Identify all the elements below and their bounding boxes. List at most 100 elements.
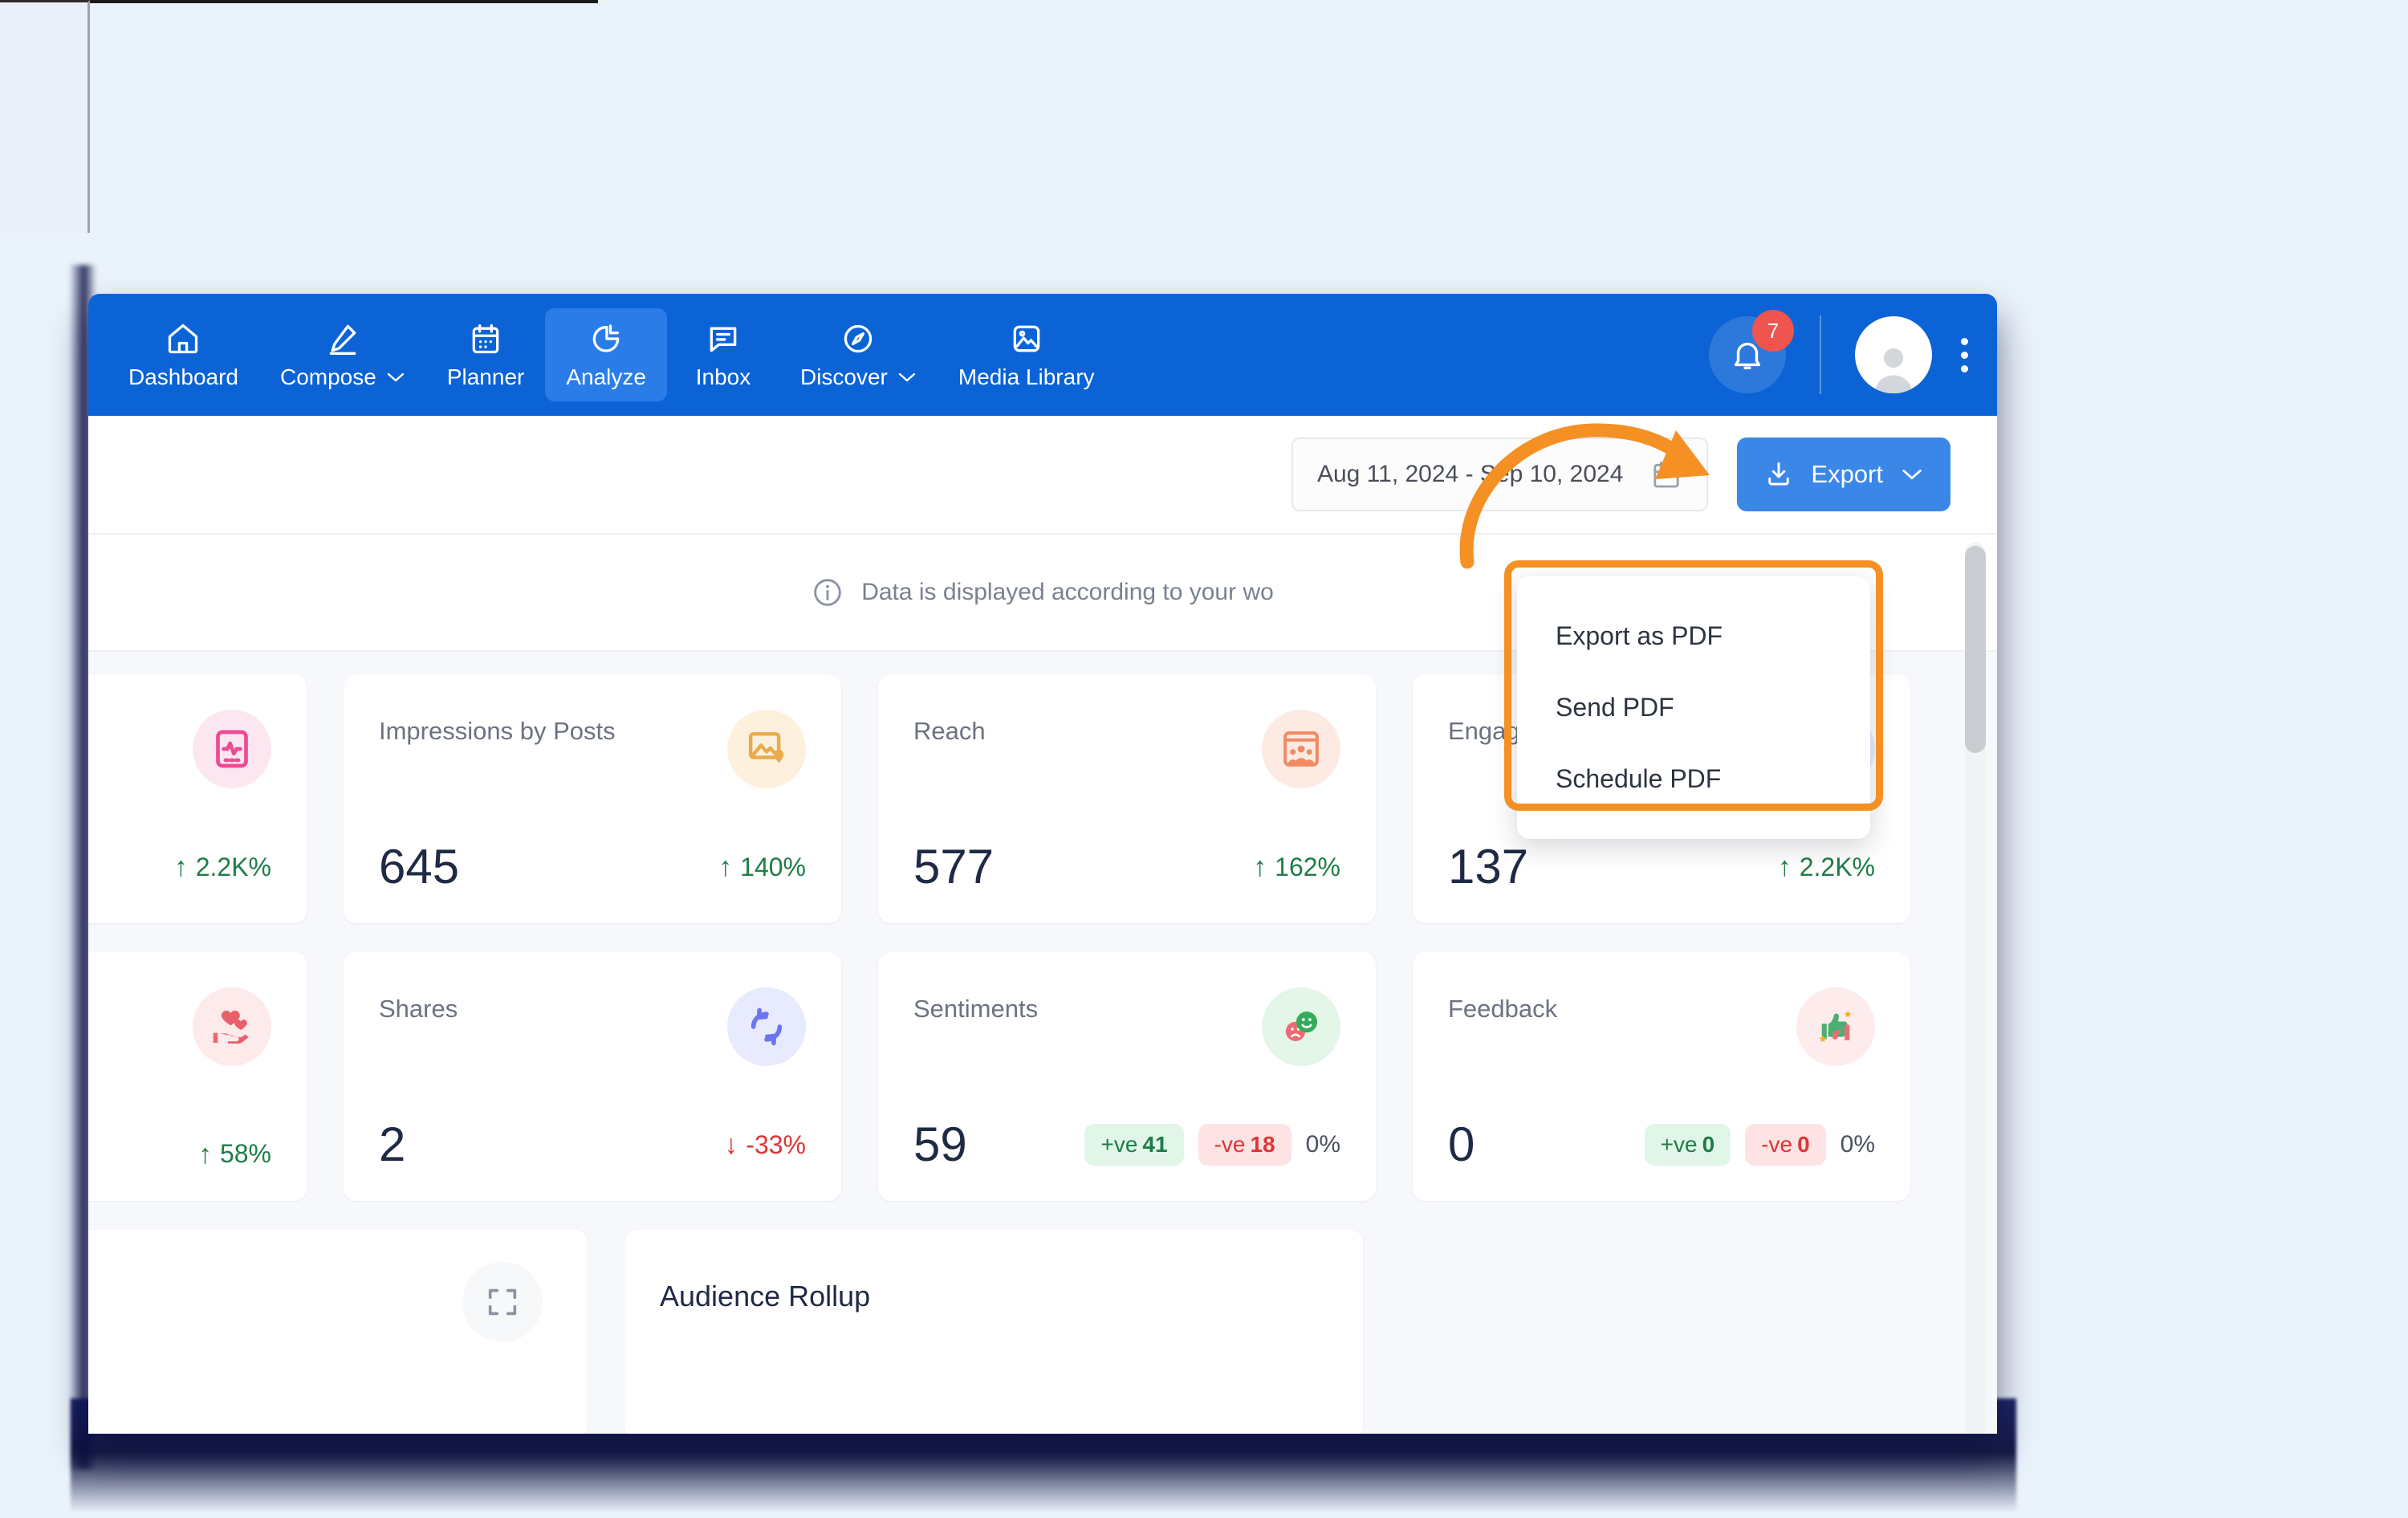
nav-item-label-row: Compose xyxy=(280,366,405,389)
nav-right-group: 7 xyxy=(1709,294,1997,416)
nav-item-label: Dashboard xyxy=(128,364,238,389)
image-pin-icon xyxy=(748,732,784,763)
content-area: Aug 11, 2024 - Sep 10, 2024 Export Data … xyxy=(88,416,1997,1434)
sentiment-percent: 0% xyxy=(1305,1131,1340,1158)
audience-rollup-title: Audience Rollup xyxy=(660,1280,871,1312)
feedback-chips: +ve 0 -ve 0 0% xyxy=(1644,1124,1875,1166)
card-header: Reach xyxy=(913,710,1340,788)
analytics-toolbar: Aug 11, 2024 - Sep 10, 2024 Export xyxy=(88,416,1997,535)
top-navigation-bar: Dashboard Compose Planner Analyze Inbox … xyxy=(88,294,1997,416)
expand-button[interactable] xyxy=(462,1262,543,1342)
card-header: Sentiments xyxy=(913,987,1340,1066)
card-icon-badge xyxy=(193,987,271,1066)
card-title: Sentiments xyxy=(913,995,1039,1023)
nav-item-planner[interactable]: Planner xyxy=(426,308,546,401)
metric-card-impressions-by-posts[interactable]: Impressions by Posts 645 ↑ 140% xyxy=(344,674,841,923)
card-footer: 645 ↑ 140% xyxy=(379,843,806,891)
date-range-value: Aug 11, 2024 - Sep 10, 2024 xyxy=(1316,461,1624,487)
arrow-up-icon: ↑ xyxy=(718,852,733,882)
negative-chip-label: -ve xyxy=(1214,1132,1246,1157)
card-delta: ↑ 2.2K% xyxy=(174,853,271,882)
date-range-picker[interactable]: Aug 11, 2024 - Sep 10, 2024 xyxy=(1291,437,1709,511)
nav-item-label: Compose xyxy=(279,364,376,389)
card-footer: K ↑ 2.2K% xyxy=(88,843,271,891)
positive-chip-label: +ve xyxy=(1100,1132,1138,1157)
card-delta: ↑ 58% xyxy=(198,1139,271,1169)
bottom-panels-row: Audience Rollup xyxy=(88,1230,1997,1434)
nav-item-label: Planner xyxy=(446,364,525,389)
info-banner-text: Data is displayed according to your wo xyxy=(861,579,1274,605)
nav-item-analyze[interactable]: Analyze xyxy=(545,308,667,401)
card-header: Shares xyxy=(379,987,806,1066)
notifications-button[interactable]: 7 xyxy=(1709,310,1794,393)
card-footer: 577 ↑ 162% xyxy=(913,843,1340,891)
metric-card-impressions-by-page[interactable]: sions by Page K xyxy=(88,674,307,923)
positive-chip: +ve 0 xyxy=(1644,1124,1731,1166)
positive-chip-value: 41 xyxy=(1142,1132,1168,1157)
nav-item-label: Analyze xyxy=(566,364,646,389)
app-window: Dashboard Compose Planner Analyze Inbox … xyxy=(88,294,1997,1434)
nav-item-compose[interactable]: Compose xyxy=(259,308,426,401)
negative-chip: -ve 18 xyxy=(1198,1124,1291,1166)
image-icon xyxy=(1009,321,1044,356)
arrow-up-icon: ↑ xyxy=(173,852,188,882)
card-header: Impressions by Posts xyxy=(379,710,806,788)
menu-item-schedule-pdf[interactable]: Schedule PDF xyxy=(1517,743,1870,815)
audience-rollup-panel[interactable]: Audience Rollup xyxy=(624,1230,1363,1434)
card-value: 645 xyxy=(379,840,460,893)
menu-item-export-as-pdf[interactable]: Export as PDF xyxy=(1517,600,1870,672)
chart-panel[interactable] xyxy=(88,1230,588,1434)
nav-item-label: Inbox xyxy=(695,364,751,389)
nav-item-discover[interactable]: Discover xyxy=(779,308,938,401)
positive-chip-label: +ve xyxy=(1660,1132,1698,1157)
compass-icon xyxy=(840,321,876,356)
card-footer: 59 +ve 41 -ve 18 0% xyxy=(913,1121,1340,1169)
metric-card-feedback[interactable]: Feedback 0 +ve 0 -ve 0 0% xyxy=(1413,952,1910,1201)
card-footer: 2 ↓ -33% xyxy=(379,1121,806,1169)
pie-chart-icon xyxy=(588,321,624,356)
card-footer: ↑ 58% xyxy=(88,1139,271,1169)
home-icon xyxy=(165,321,201,356)
nav-item-label-row: Discover xyxy=(800,366,917,389)
pen-icon xyxy=(325,321,360,356)
card-icon-badge xyxy=(727,710,806,788)
hand-hearts-icon xyxy=(213,1010,249,1044)
card-delta-value: 2.2K% xyxy=(195,852,271,881)
nav-item-media-library[interactable]: Media Library xyxy=(938,308,1116,401)
card-icon-badge xyxy=(193,710,271,788)
nav-item-dashboard[interactable]: Dashboard xyxy=(108,308,259,401)
card-delta-value: 140% xyxy=(740,852,806,881)
metric-card-shares[interactable]: Shares 2 ↓ -33% xyxy=(344,952,841,1201)
negative-chip-label: -ve xyxy=(1761,1132,1793,1157)
card-delta-value: -33% xyxy=(746,1129,806,1159)
nav-item-inbox[interactable]: Inbox xyxy=(667,308,779,401)
card-delta: ↑ 140% xyxy=(718,853,806,882)
arrow-down-icon: ↓ xyxy=(724,1129,738,1160)
metric-card-reach[interactable]: Reach 577 ↑ 162% xyxy=(878,674,1376,923)
nav-item-label: Discover xyxy=(799,364,888,389)
positive-chip: +ve 41 xyxy=(1084,1124,1184,1166)
fullscreen-expand-icon xyxy=(488,1288,517,1316)
negative-chip: -ve 0 xyxy=(1745,1124,1826,1166)
feedback-percent: 0% xyxy=(1840,1131,1875,1158)
card-title: Impressions by Posts xyxy=(379,717,616,745)
card-delta-value: 58% xyxy=(219,1139,271,1168)
more-vertical-icon[interactable] xyxy=(1961,337,1968,372)
menu-item-send-pdf[interactable]: Send PDF xyxy=(1517,672,1870,743)
scrollbar-thumb[interactable] xyxy=(1965,546,1986,753)
card-icon-badge xyxy=(1262,710,1340,788)
card-title: Reach xyxy=(913,717,986,745)
user-avatar-icon xyxy=(1874,348,1913,393)
card-delta-value: 162% xyxy=(1275,852,1340,881)
metric-card-reactions[interactable]: ons xyxy=(88,952,307,1201)
metric-card-sentiments[interactable]: Sentiments 59 +ve 41 -ve 18 0% xyxy=(878,952,1376,1201)
nav-items: Dashboard Compose Planner Analyze Inbox … xyxy=(108,308,1116,401)
nav-item-label: Media Library xyxy=(958,364,1095,389)
message-icon xyxy=(706,321,741,356)
card-icon-badge xyxy=(727,987,806,1066)
export-button[interactable]: Export xyxy=(1737,437,1950,511)
card-title: Shares xyxy=(379,995,458,1023)
positive-chip-value: 0 xyxy=(1702,1132,1715,1157)
monitor-pulse-icon xyxy=(216,730,248,768)
avatar[interactable] xyxy=(1855,316,1932,393)
